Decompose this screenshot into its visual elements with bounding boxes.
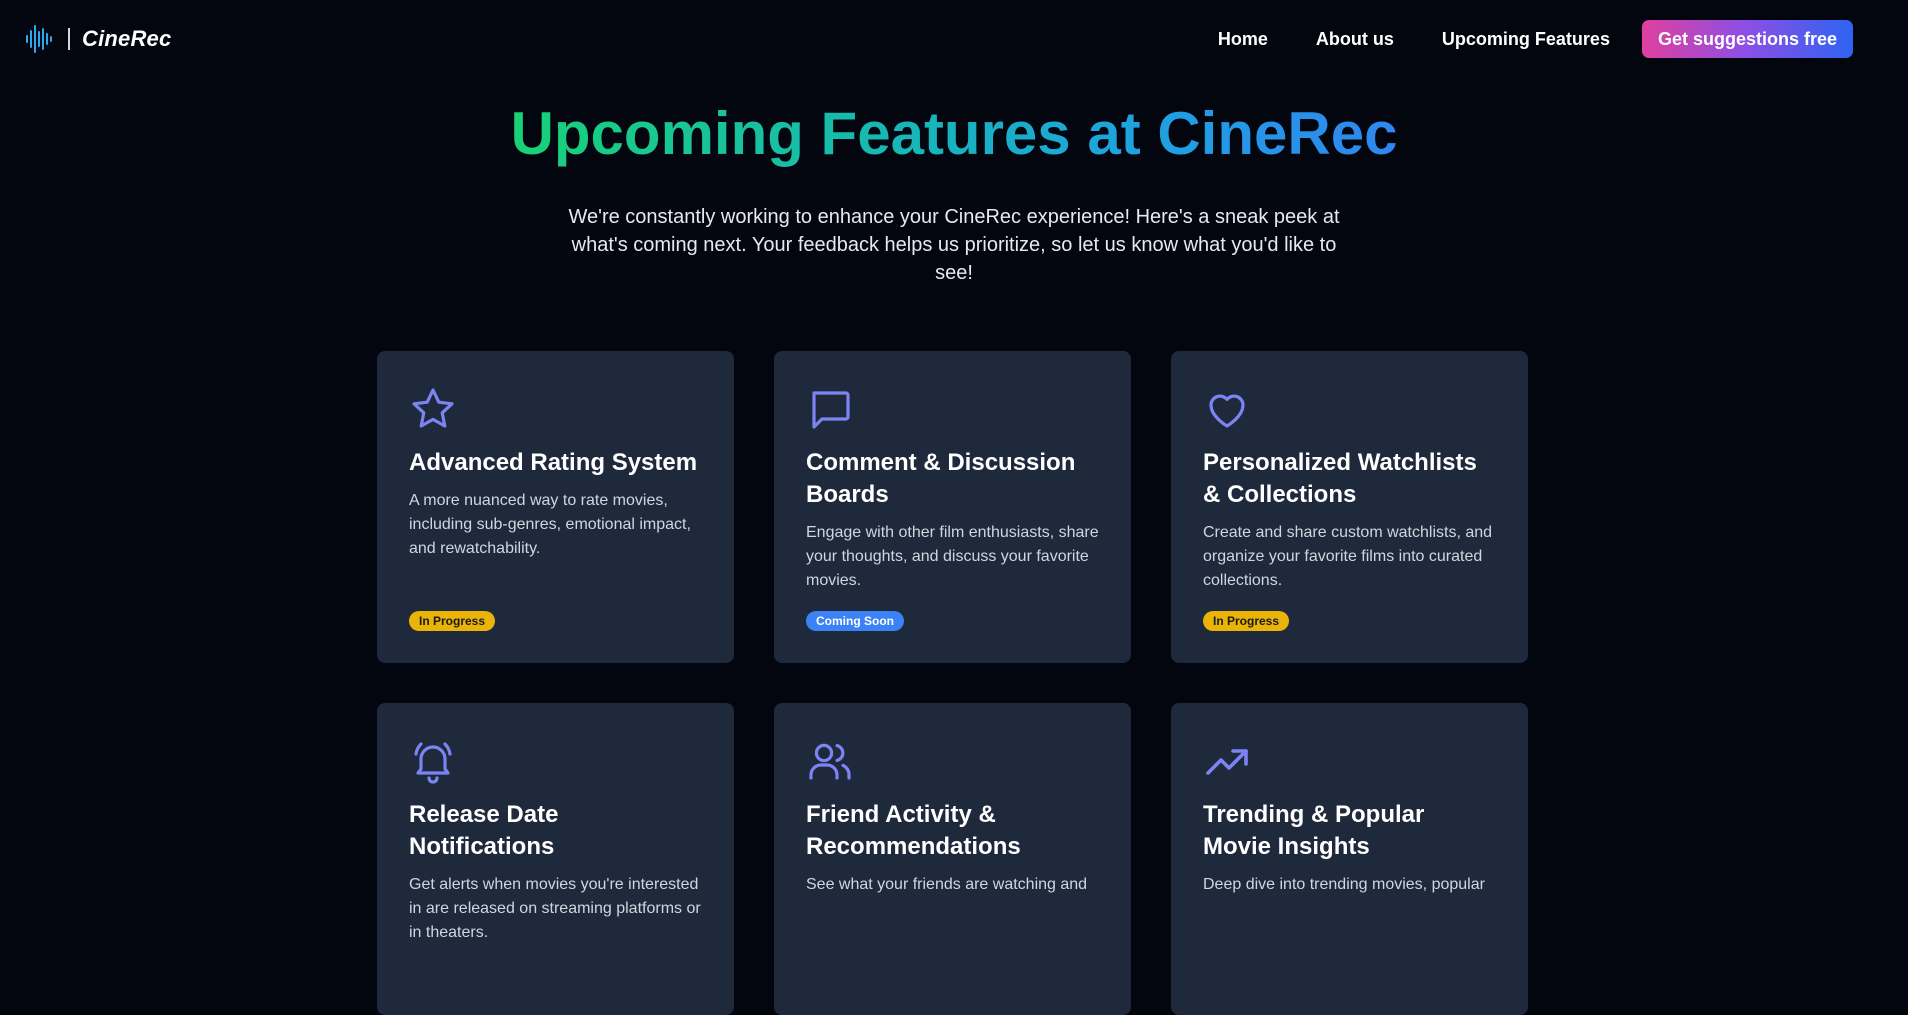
- nav-links: Home About us Upcoming Features Get sugg…: [1218, 20, 1853, 58]
- feature-title: Comment & Discussion Boards: [806, 449, 1076, 508]
- soundwave-icon: [24, 22, 58, 56]
- nav-link-home[interactable]: Home: [1218, 29, 1268, 50]
- heart-icon: [1203, 385, 1251, 433]
- page-subtitle: We're constantly working to enhance your…: [568, 206, 1340, 284]
- feature-title: Personalized Watchlists & Collections: [1203, 449, 1477, 508]
- feature-card: Comment & Discussion Boards Engage with …: [774, 351, 1131, 663]
- feature-card: Trending & Popular Movie Insights Deep d…: [1171, 703, 1528, 1015]
- navbar: CineRec Home About us Upcoming Features …: [0, 0, 1908, 78]
- feature-title: Friend Activity & Recommendations: [806, 801, 1021, 860]
- feature-description: Create and share custom watchlists, and …: [1203, 524, 1493, 589]
- feature-description: Get alerts when movies you're interested…: [409, 876, 701, 941]
- feature-description: A more nuanced way to rate movies, inclu…: [409, 492, 691, 557]
- status-badge: In Progress: [1203, 611, 1290, 631]
- feature-title: Release Date Notifications: [409, 801, 559, 860]
- feature-card: Friend Activity & Recommendations See wh…: [774, 703, 1131, 1015]
- get-suggestions-button[interactable]: Get suggestions free: [1641, 20, 1853, 58]
- page-title: Upcoming Features at CineRec: [0, 94, 1908, 174]
- brand-name: CineRec: [82, 26, 172, 51]
- feature-description: Engage with other film enthusiasts, shar…: [806, 524, 1099, 589]
- feature-card: Personalized Watchlists & Collections Cr…: [1171, 351, 1528, 663]
- brand-divider: [68, 28, 70, 50]
- feature-card: Release Date Notifications Get alerts wh…: [377, 703, 734, 1015]
- page-title-text: Upcoming Features at CineRec: [510, 100, 1398, 167]
- trending-up-icon: [1203, 737, 1251, 785]
- feature-title: Advanced Rating System: [409, 449, 698, 476]
- feature-description: See what your friends are watching and: [806, 876, 1088, 893]
- feature-title: Trending & Popular Movie Insights: [1203, 801, 1425, 860]
- status-badge: Coming Soon: [806, 611, 904, 631]
- brand[interactable]: CineRec: [24, 22, 171, 56]
- nav-link-upcoming-features[interactable]: Upcoming Features: [1442, 29, 1610, 50]
- star-icon: [409, 385, 457, 433]
- nav-link-about-us[interactable]: About us: [1316, 29, 1394, 50]
- feature-card: Advanced Rating System A more nuanced wa…: [377, 351, 734, 663]
- bell-ringing-icon: [409, 737, 457, 785]
- feature-description: Deep dive into trending movies, popular: [1203, 876, 1485, 893]
- feature-cards-grid: Advanced Rating System A more nuanced wa…: [377, 351, 1529, 1015]
- chat-bubble-icon: [806, 385, 854, 433]
- status-badge: In Progress: [409, 611, 496, 631]
- users-icon: [806, 737, 854, 785]
